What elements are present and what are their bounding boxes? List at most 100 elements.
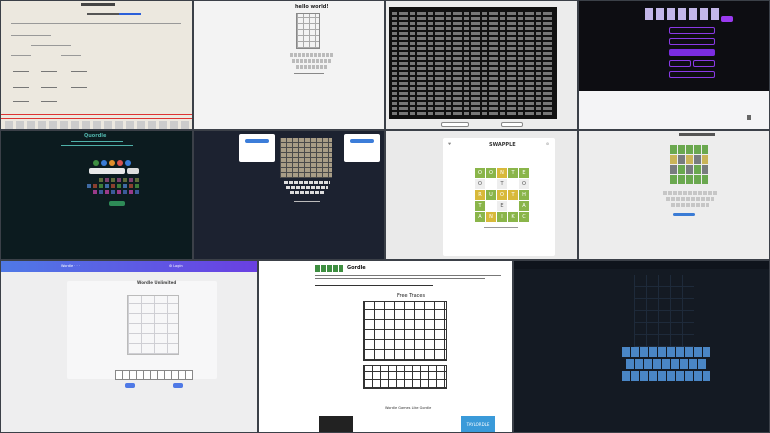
- keyboard-row[interactable]: [626, 359, 706, 369]
- menu-button[interactable]: [669, 38, 715, 45]
- intro-line: [315, 275, 501, 276]
- menu-button[interactable]: [669, 27, 715, 34]
- letter-tile[interactable]: O: [475, 168, 485, 178]
- terminal-text: [392, 11, 552, 115]
- keyboard-row[interactable]: [290, 53, 334, 57]
- form-line: [61, 55, 81, 56]
- letter-tile[interactable]: O: [497, 190, 507, 200]
- back-button[interactable]: [173, 383, 183, 388]
- form-line: [13, 71, 29, 72]
- page-title: Gordle: [347, 265, 366, 271]
- letter-tile[interactable]: C: [519, 212, 529, 222]
- subtitle-line: [71, 141, 123, 142]
- guess-row: [670, 175, 708, 184]
- letter-tile[interactable]: A: [475, 212, 485, 222]
- keyboard-row[interactable]: [5, 121, 191, 129]
- form-line: [11, 23, 181, 24]
- form-line: [13, 101, 29, 102]
- share-button[interactable]: [673, 213, 695, 216]
- letter-tile[interactable]: N: [497, 168, 507, 178]
- separator-red: [1, 114, 192, 115]
- letter-tile[interactable]: U: [486, 190, 496, 200]
- tile-purple-menu: [578, 0, 770, 130]
- keyboard[interactable]: [363, 365, 447, 389]
- promo-left[interactable]: [319, 416, 353, 432]
- keyboard-row[interactable]: [292, 59, 332, 63]
- letter-tile[interactable]: E: [497, 201, 507, 211]
- menu-button[interactable]: [669, 71, 715, 78]
- tile-hello-world: hello world!: [193, 0, 385, 130]
- keyboard-row[interactable]: [622, 371, 710, 381]
- title-bar: [81, 3, 115, 6]
- intro-line: [315, 278, 485, 279]
- gordle-grid: [363, 301, 447, 361]
- letter-tile[interactable]: O: [486, 168, 496, 178]
- tile-grid-dialogs: [193, 130, 385, 260]
- tile-swapple: SWAPPLE ♥ ⚙ O O N T E O T O R U O T H T …: [385, 130, 578, 260]
- submit-button[interactable]: [127, 168, 139, 174]
- form-line: [13, 87, 29, 88]
- letter-tile[interactable]: T: [475, 201, 485, 211]
- letter-tile[interactable]: O: [519, 179, 529, 189]
- page-title: Wordle Unlimited: [137, 280, 177, 285]
- tile-orange: [109, 160, 115, 166]
- form-line: [11, 55, 31, 56]
- tile-gordle: Gordle Free Traces Wordle Games Like Gor…: [258, 260, 513, 433]
- dialog-right-button[interactable]: [350, 139, 374, 143]
- letter-tile[interactable]: E: [519, 168, 529, 178]
- terminal-button[interactable]: [501, 122, 523, 127]
- letter-tile[interactable]: A: [519, 201, 529, 211]
- keyboard-row[interactable]: [666, 197, 714, 201]
- footer-heading: Wordle Games Like Gordle: [385, 406, 432, 410]
- keyboard-row[interactable]: [290, 191, 324, 194]
- keyboard-row[interactable]: [115, 370, 193, 380]
- keyboard-row[interactable]: [663, 191, 717, 195]
- action-button[interactable]: [109, 201, 125, 206]
- dialog-left-button[interactable]: [245, 139, 269, 143]
- footer-line: [294, 201, 320, 202]
- badge: [721, 16, 733, 22]
- keyboard-row[interactable]: [286, 186, 328, 189]
- tag-row[interactable]: [99, 178, 139, 182]
- menu-button[interactable]: [693, 60, 715, 67]
- keyboard-row[interactable]: [622, 347, 710, 357]
- guess-grid: [280, 138, 332, 178]
- tile-dark-wordle: [513, 260, 770, 433]
- guess-grid: [634, 275, 694, 347]
- letter-tile[interactable]: K: [508, 212, 518, 222]
- tile-wordle-unlimited: Wordle · · · ⚙ Login Wordle Unlimited: [0, 260, 258, 433]
- tile-dark-quordle: Quordle: [0, 130, 193, 260]
- help-icon[interactable]: ♥: [448, 142, 451, 146]
- tile-blue: [125, 160, 131, 166]
- keyboard-row[interactable]: [671, 203, 709, 207]
- grid-title: Free Traces: [397, 293, 426, 299]
- letter-grid: [296, 13, 320, 49]
- settings-icon[interactable]: ⚙: [546, 142, 549, 146]
- form-line: [71, 71, 87, 72]
- nav-login[interactable]: ⚙ Login: [169, 264, 183, 268]
- footer-strip: [579, 91, 769, 129]
- menu-button-active[interactable]: [669, 49, 715, 56]
- menu-button[interactable]: [669, 60, 691, 67]
- letter-tile[interactable]: I: [497, 212, 507, 222]
- keyboard-row[interactable]: [284, 181, 330, 184]
- letter-tile[interactable]: T: [497, 179, 507, 189]
- letter-tile[interactable]: T: [508, 168, 518, 178]
- letter-tile[interactable]: O: [475, 179, 485, 189]
- link-bar[interactable]: [119, 13, 141, 15]
- promo-right[interactable]: TAYLORDLE: [461, 416, 495, 432]
- nav-line[interactable]: [315, 285, 433, 286]
- keyboard-row[interactable]: [296, 65, 328, 69]
- search-input[interactable]: [89, 168, 125, 174]
- tag-row[interactable]: [87, 184, 141, 188]
- enter-button[interactable]: [125, 383, 135, 388]
- tile-blue: [101, 160, 107, 166]
- terminal-button[interactable]: [441, 122, 469, 127]
- tile-terminal: [385, 0, 578, 130]
- form-line: [31, 45, 71, 46]
- letter-tile[interactable]: R: [475, 190, 485, 200]
- letter-tile[interactable]: N: [486, 212, 496, 222]
- letter-tile[interactable]: T: [508, 190, 518, 200]
- letter-tile[interactable]: H: [519, 190, 529, 200]
- tag-row[interactable]: [93, 190, 139, 194]
